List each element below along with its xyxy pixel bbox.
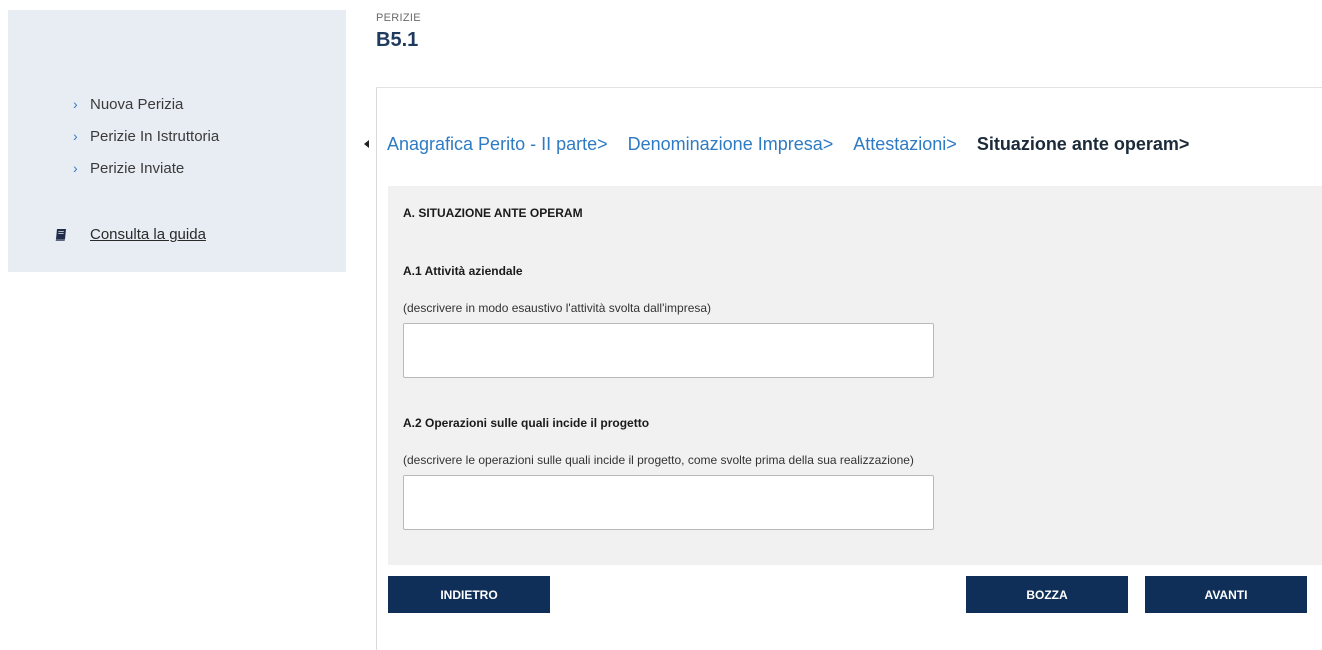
sidebar-item-label: Perizie In Istruttoria — [90, 127, 220, 145]
book-icon — [55, 228, 66, 241]
question-a1-label: A.1 Attività aziendale — [403, 264, 523, 278]
operazioni-progetto-textarea[interactable] — [403, 475, 934, 530]
chevron-right-icon: › — [73, 160, 78, 176]
sidebar-item-perizie-in-istruttoria[interactable]: › Perizie In Istruttoria — [73, 120, 219, 152]
sidebar-item-perizie-inviate[interactable]: › Perizie Inviate — [73, 152, 219, 184]
wizard-step-attestazioni[interactable]: Attestazioni> — [853, 134, 957, 155]
wizard-step-denominazione-impresa[interactable]: Denominazione Impresa> — [628, 134, 834, 155]
page-kicker: PERIZIE — [376, 12, 421, 24]
sidebar-nav: › Nuova Perizia › Perizie In Istruttoria… — [73, 88, 219, 184]
sidebar-item-nuova-perizia[interactable]: › Nuova Perizia — [73, 88, 219, 120]
chevron-right-icon: › — [73, 96, 78, 112]
question-a1-hint: (descrivere in modo esaustivo l'attività… — [403, 301, 712, 315]
draft-button[interactable]: BOZZA — [966, 576, 1128, 613]
attivita-aziendale-textarea[interactable] — [403, 323, 934, 378]
sidebar-item-label: Perizie Inviate — [90, 159, 185, 177]
page-title: B5.1 — [376, 29, 419, 51]
wizard-step-situazione-ante-operam: Situazione ante operam> — [976, 133, 1190, 154]
wizard-steps: Anagrafica Perito - II parte> Denominazi… — [364, 130, 1189, 158]
question-a2-label: A.2 Operazioni sulle quali incide il pro… — [403, 416, 650, 430]
wizard-step-anagrafica-perito[interactable]: Anagrafica Perito - II parte> — [387, 134, 608, 155]
form-panel: A. SITUAZIONE ANTE OPERAM A.1 Attività a… — [388, 186, 1322, 565]
back-button[interactable]: INDIETRO — [388, 576, 550, 613]
question-a2-hint: (descrivere le operazioni sulle quali in… — [403, 453, 914, 467]
sidebar: › Nuova Perizia › Perizie In Istruttoria… — [8, 10, 346, 272]
sidebar-item-label: Nuova Perizia — [90, 95, 184, 113]
next-button[interactable]: AVANTI — [1145, 576, 1307, 613]
guide-link-row: Consulta la guida — [54, 226, 206, 243]
chevron-right-icon: › — [73, 128, 78, 144]
consulta-guida-link[interactable]: Consulta la guida — [90, 226, 206, 243]
section-title: A. SITUAZIONE ANTE OPERAM — [403, 206, 583, 220]
caret-left-icon[interactable] — [364, 140, 369, 148]
